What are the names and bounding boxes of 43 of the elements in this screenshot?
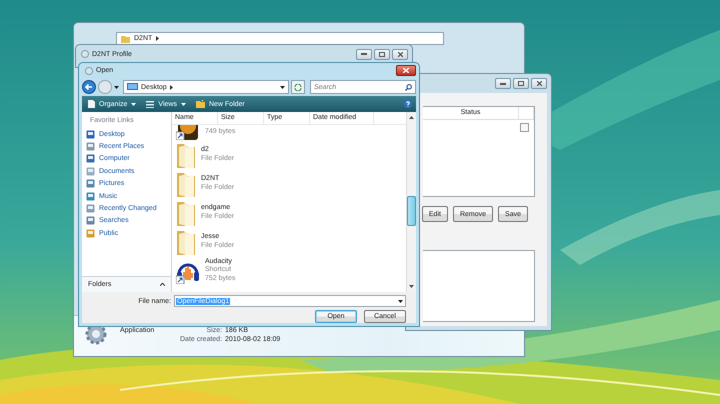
app-icon <box>85 66 93 74</box>
close-button[interactable] <box>531 78 547 89</box>
maximize-icon <box>379 52 385 56</box>
minimize-button[interactable] <box>495 78 511 89</box>
close-button[interactable] <box>396 65 416 76</box>
minimize-icon <box>500 82 506 84</box>
list-view-icon <box>146 100 154 108</box>
folder-icon <box>176 200 196 226</box>
folder-icon <box>176 142 196 168</box>
dropdown-icon <box>398 300 403 302</box>
minimize-icon <box>361 53 367 55</box>
dropdown-icon <box>280 86 286 88</box>
refresh-button[interactable] <box>291 80 305 94</box>
app-icon <box>81 50 89 58</box>
close-icon <box>398 52 402 56</box>
chevron-up-icon <box>160 283 165 286</box>
scrollbar[interactable] <box>406 112 416 292</box>
back-button[interactable] <box>82 80 96 94</box>
search-icon <box>405 84 412 90</box>
help-icon <box>404 100 412 108</box>
page-icon <box>88 100 95 108</box>
scroll-thumb[interactable] <box>407 196 416 226</box>
chevron-icon <box>156 36 160 41</box>
close-icon <box>403 68 409 73</box>
refresh-icon <box>294 84 302 90</box>
folder-icon <box>176 228 196 254</box>
maximize-button[interactable] <box>513 78 529 89</box>
folder-icon <box>176 170 196 196</box>
maximize-icon <box>518 81 524 86</box>
close-button[interactable] <box>392 48 408 60</box>
close-icon <box>536 81 542 86</box>
caret-icon <box>180 102 186 106</box>
scroll-down-icon <box>409 285 414 288</box>
chevron-icon <box>170 84 173 90</box>
history-caret-icon <box>114 86 119 88</box>
minimize-button[interactable] <box>356 48 372 60</box>
caret-icon <box>131 102 136 106</box>
maximize-button[interactable] <box>374 48 390 60</box>
checkbox[interactable] <box>520 123 529 132</box>
new-folder-icon <box>196 100 205 108</box>
help-button[interactable] <box>404 100 412 108</box>
scroll-up-icon <box>409 116 414 119</box>
monitor-icon <box>127 83 138 91</box>
